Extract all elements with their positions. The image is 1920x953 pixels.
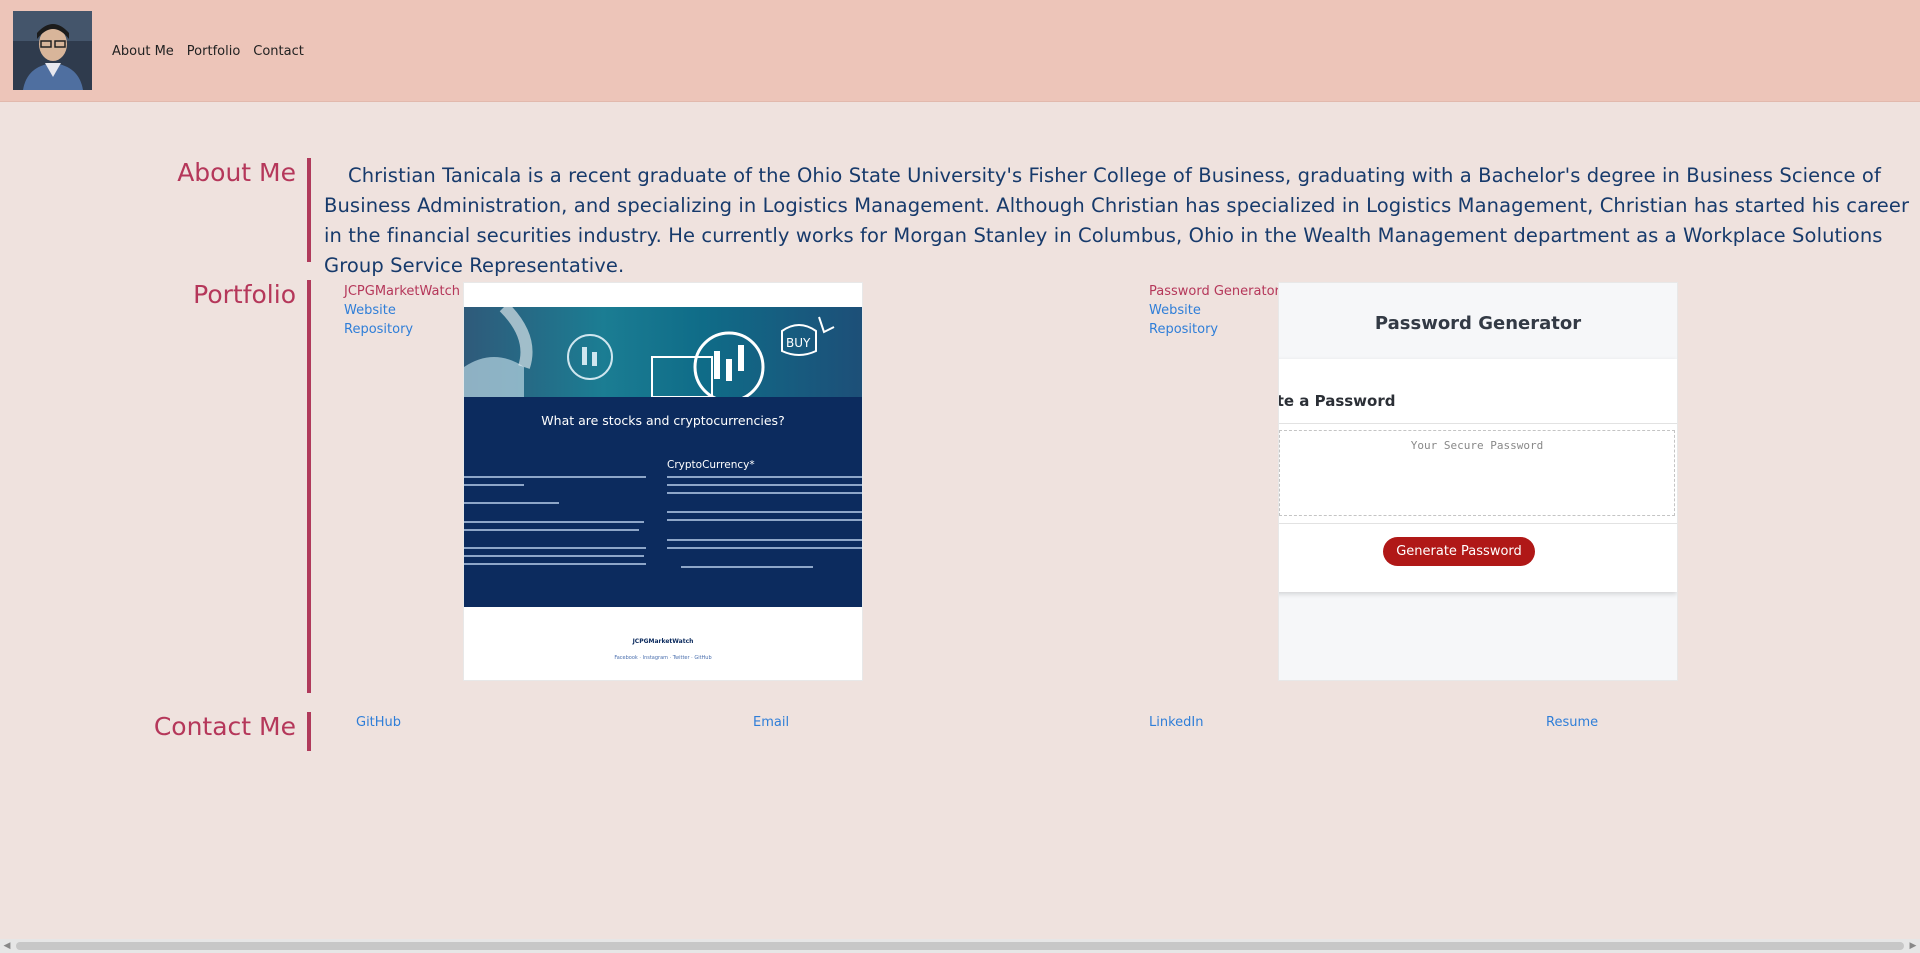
generator-card: erate a Password Your Secure Password Ge…	[1278, 359, 1677, 592]
project-title-password-generator[interactable]: Password Generator	[1149, 282, 1280, 301]
nav-contact[interactable]: Contact	[253, 44, 304, 59]
screenshot-subheading: CryptoCurrency*	[667, 459, 755, 471]
password-output: Your Secure Password	[1279, 430, 1675, 516]
about-title: About Me	[177, 158, 296, 187]
scroll-right-arrow-icon[interactable]: ▶	[1906, 939, 1920, 953]
contact-email-link[interactable]: Email	[753, 715, 789, 730]
scroll-left-arrow-icon[interactable]: ◀	[0, 939, 14, 953]
text-line	[464, 521, 644, 523]
screenshot-header: Password Generator	[1374, 313, 1582, 334]
main-nav: About Me Portfolio Contact	[112, 44, 304, 59]
hero-image: BUY	[464, 302, 862, 403]
text-line	[681, 566, 813, 568]
text-line	[464, 563, 646, 565]
contact-divider	[307, 712, 311, 751]
screenshot-heading: What are stocks and cryptocurrencies?	[541, 413, 785, 428]
about-divider	[307, 158, 311, 262]
text-line	[667, 484, 862, 486]
divider	[1279, 523, 1677, 524]
text-line	[464, 476, 646, 478]
text-line	[464, 547, 646, 549]
project-repository-link[interactable]: Repository	[1149, 320, 1218, 339]
card-title: erate a Password	[1278, 392, 1396, 410]
portfolio-title: Portfolio	[193, 280, 296, 309]
generate-password-button: Generate Password	[1383, 537, 1535, 566]
text-line	[464, 502, 559, 504]
text-line	[667, 547, 862, 549]
contact-title: Contact Me	[153, 712, 296, 741]
nav-about-me[interactable]: About Me	[112, 44, 174, 59]
project-website-link[interactable]: Website	[344, 301, 396, 320]
contact-linkedin-link[interactable]: LinkedIn	[1149, 715, 1203, 730]
horizontal-scrollbar[interactable]: ◀ ▶	[0, 939, 1920, 953]
text-line	[667, 492, 862, 494]
project-repository-link[interactable]: Repository	[344, 320, 413, 339]
svg-text:BUY: BUY	[786, 336, 811, 350]
text-line	[667, 539, 862, 541]
marketwatch-screenshot[interactable]: BUY What are stocks and cryptocurrencies…	[463, 282, 863, 681]
divider	[1279, 423, 1677, 424]
contact-resume-link[interactable]: Resume	[1546, 715, 1598, 730]
nav-portfolio[interactable]: Portfolio	[187, 44, 240, 59]
text-line	[667, 476, 862, 478]
text-line	[464, 529, 639, 531]
about-text: Christian Tanicala is a recent graduate …	[324, 164, 1910, 277]
scrollbar-thumb[interactable]	[16, 942, 1904, 950]
project-website-link[interactable]: Website	[1149, 301, 1201, 320]
project-title-marketwatch[interactable]: JCPGMarketWatch	[344, 282, 460, 301]
contact-github-link[interactable]: GitHub	[356, 715, 401, 730]
text-line	[667, 511, 862, 513]
avatar	[13, 11, 92, 90]
site-header: About Me Portfolio Contact	[0, 0, 1920, 102]
footer-logo: JCPGMarketWatch	[632, 638, 694, 645]
portfolio-divider	[307, 280, 311, 693]
text-line	[667, 519, 862, 521]
password-generator-screenshot[interactable]: Password Generator erate a Password Your…	[1278, 282, 1678, 681]
footer-links: Facebook · Instagram · Twitter · GitHub	[614, 655, 712, 661]
text-line	[464, 555, 644, 557]
text-line	[464, 484, 524, 486]
